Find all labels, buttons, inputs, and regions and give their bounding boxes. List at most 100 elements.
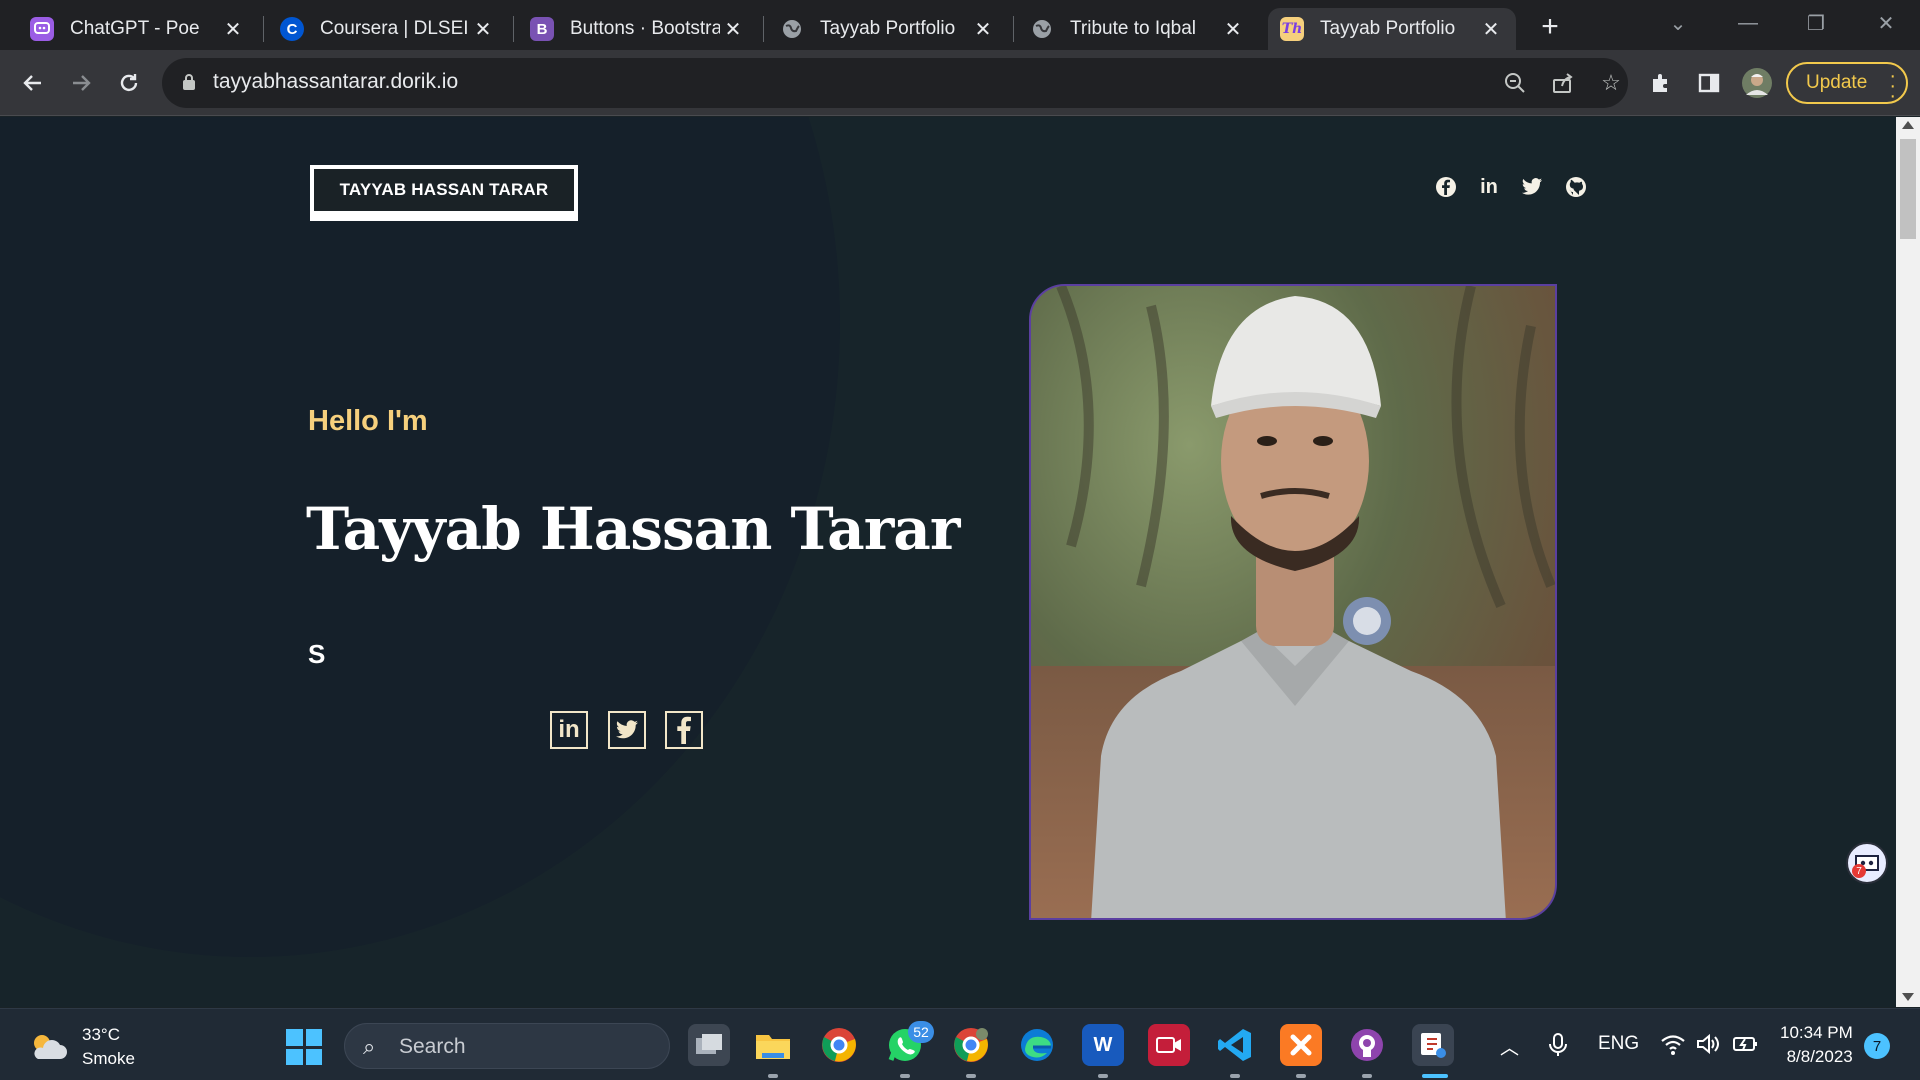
logo-text: TAYYAB HASSAN TARAR <box>314 169 574 211</box>
browser-toolbar: tayyabhassantarar.dorik.io ☆ Update · · · <box>0 50 1920 116</box>
file-explorer-icon[interactable] <box>752 1024 794 1066</box>
tab-tayyab-portfolio[interactable]: Tayyab Portfolio ✕ <box>768 8 1008 50</box>
taskbar-search-box[interactable]: ⌕ Search <box>344 1023 670 1069</box>
running-indicator <box>768 1074 778 1078</box>
twitter-icon[interactable] <box>1519 174 1545 200</box>
back-button[interactable] <box>14 64 52 102</box>
volume-icon[interactable] <box>1696 1033 1720 1061</box>
close-window-button[interactable]: ✕ <box>1866 6 1906 40</box>
wifi-icon[interactable] <box>1660 1033 1686 1061</box>
weather-widget[interactable]: 33°C Smoke <box>28 1023 135 1071</box>
bootstrap-icon: B <box>530 17 554 41</box>
tab-coursera[interactable]: C Coursera | DLSEI Ph ✕ <box>268 8 508 50</box>
tab-bootstrap[interactable]: B Buttons · Bootstrap ✕ <box>518 8 758 50</box>
partly-cloudy-icon <box>28 1031 68 1063</box>
address-bar[interactable]: tayyabhassantarar.dorik.io ☆ <box>162 58 1628 108</box>
tab-tribute-to-iqbal[interactable]: Tribute to Iqbal ✕ <box>1018 8 1258 50</box>
chrome-profile-icon[interactable] <box>950 1024 992 1066</box>
clock-date: 8/8/2023 <box>1786 1047 1853 1066</box>
github-icon[interactable] <box>1563 174 1589 200</box>
linkedin-icon: in <box>558 716 580 743</box>
notification-count-badge[interactable]: 7 <box>1864 1033 1890 1059</box>
facebook-icon <box>677 716 691 744</box>
tab-separator <box>513 16 514 42</box>
running-indicator <box>1230 1074 1240 1078</box>
close-tab-icon[interactable]: ✕ <box>470 16 496 42</box>
extensions-icon[interactable] <box>1642 64 1680 102</box>
profile-photo <box>1029 284 1557 920</box>
whatsapp-badge: 52 <box>908 1021 934 1043</box>
side-panel-icon[interactable] <box>1690 64 1728 102</box>
url-text: tayyabhassantarar.dorik.io <box>213 70 459 93</box>
browser-tab-strip: ChatGPT - Poe ✕ C Coursera | DLSEI Ph ✕ … <box>0 0 1920 50</box>
close-tab-icon[interactable]: ✕ <box>720 16 746 42</box>
tab-separator <box>263 16 264 42</box>
tab-separator <box>1013 16 1014 42</box>
weather-temperature: 33°C <box>82 1025 120 1044</box>
clock-time: 10:34 PM <box>1780 1023 1853 1042</box>
th-favicon-icon: Th <box>1280 17 1304 41</box>
search-icon: ⌕ <box>363 1034 376 1059</box>
snipping-tool-icon[interactable] <box>1412 1024 1454 1066</box>
tab-search-icon[interactable]: ⌄ <box>1658 6 1698 40</box>
close-tab-icon[interactable]: ✕ <box>970 16 996 42</box>
globe-icon <box>780 17 804 41</box>
close-tab-icon[interactable]: ✕ <box>1478 16 1504 42</box>
tab-chatgpt-poe[interactable]: ChatGPT - Poe ✕ <box>18 8 258 50</box>
zoom-icon[interactable] <box>1498 66 1532 100</box>
portfolio-page: TAYYAB HASSAN TARAR in Hello I'm Tayyab … <box>0 117 1896 1007</box>
site-logo[interactable]: TAYYAB HASSAN TARAR <box>310 165 578 221</box>
scroll-down-arrow-icon[interactable] <box>1902 993 1914 1001</box>
task-view-icon[interactable] <box>688 1024 730 1066</box>
chat-widget-badge: 7 <box>1852 864 1866 878</box>
new-tab-button[interactable]: + <box>1533 10 1567 44</box>
windows-taskbar: 33°C Smoke ⌕ Search 52 W ︿ ENG 10:34 PM … <box>0 1008 1920 1080</box>
tab-title: Coursera | DLSEI Ph <box>320 18 470 39</box>
lock-icon <box>183 74 195 90</box>
profile-avatar[interactable] <box>1738 64 1776 102</box>
xampp-icon[interactable] <box>1280 1024 1322 1066</box>
github-desktop-icon[interactable] <box>1346 1024 1388 1066</box>
tab-title: ChatGPT - Poe <box>70 18 200 39</box>
facebook-icon[interactable] <box>1433 174 1459 200</box>
bookmark-star-icon[interactable]: ☆ <box>1594 66 1628 100</box>
word-icon[interactable]: W <box>1082 1024 1124 1066</box>
reload-button[interactable] <box>110 64 148 102</box>
minimize-button[interactable]: — <box>1728 6 1768 40</box>
share-icon[interactable] <box>1546 66 1580 100</box>
tab-tayyab-portfolio-active[interactable]: Th Tayyab Portfolio ✕ <box>1268 8 1516 50</box>
chat-widget-button[interactable]: 7 <box>1846 842 1888 884</box>
hero-facebook-button[interactable] <box>665 711 703 749</box>
greeting-text: Hello I'm <box>308 405 428 437</box>
forward-button[interactable] <box>62 64 100 102</box>
tray-overflow-chevron-icon[interactable]: ︿ <box>1500 1033 1519 1060</box>
system-clock[interactable]: 10:34 PM 8/8/2023 <box>1780 1021 1853 1069</box>
tab-title: Buttons · Bootstrap <box>570 18 720 39</box>
active-indicator <box>1422 1074 1448 1078</box>
scrollbar-thumb[interactable] <box>1900 139 1916 239</box>
edge-icon[interactable] <box>1016 1024 1058 1066</box>
vscode-icon[interactable] <box>1214 1024 1256 1066</box>
screen-recorder-icon[interactable] <box>1148 1024 1190 1066</box>
tab-title: Tayyab Portfolio <box>1320 18 1456 39</box>
update-button[interactable]: Update · · · <box>1786 62 1908 107</box>
close-tab-icon[interactable]: ✕ <box>220 16 246 42</box>
close-tab-icon[interactable]: ✕ <box>1220 16 1246 42</box>
language-indicator[interactable]: ENG <box>1598 1033 1639 1055</box>
scroll-up-arrow-icon[interactable] <box>1902 121 1914 129</box>
tab-title: Tribute to Iqbal <box>1070 18 1197 39</box>
menu-dots-icon: · · · <box>1889 65 1896 107</box>
page-scrollbar[interactable] <box>1896 117 1920 1007</box>
hero-twitter-button[interactable] <box>608 711 646 749</box>
microphone-icon[interactable] <box>1548 1033 1568 1063</box>
poe-icon <box>30 17 54 41</box>
battery-icon[interactable] <box>1732 1033 1760 1061</box>
restore-button[interactable]: ❐ <box>1796 6 1836 40</box>
chrome-icon[interactable] <box>818 1024 860 1066</box>
running-indicator <box>1362 1074 1372 1078</box>
hero-linkedin-button[interactable]: in <box>550 711 588 749</box>
linkedin-icon[interactable]: in <box>1476 174 1502 200</box>
running-indicator <box>966 1074 976 1078</box>
coursera-icon: C <box>280 17 304 41</box>
windows-start-button[interactable] <box>286 1029 322 1065</box>
